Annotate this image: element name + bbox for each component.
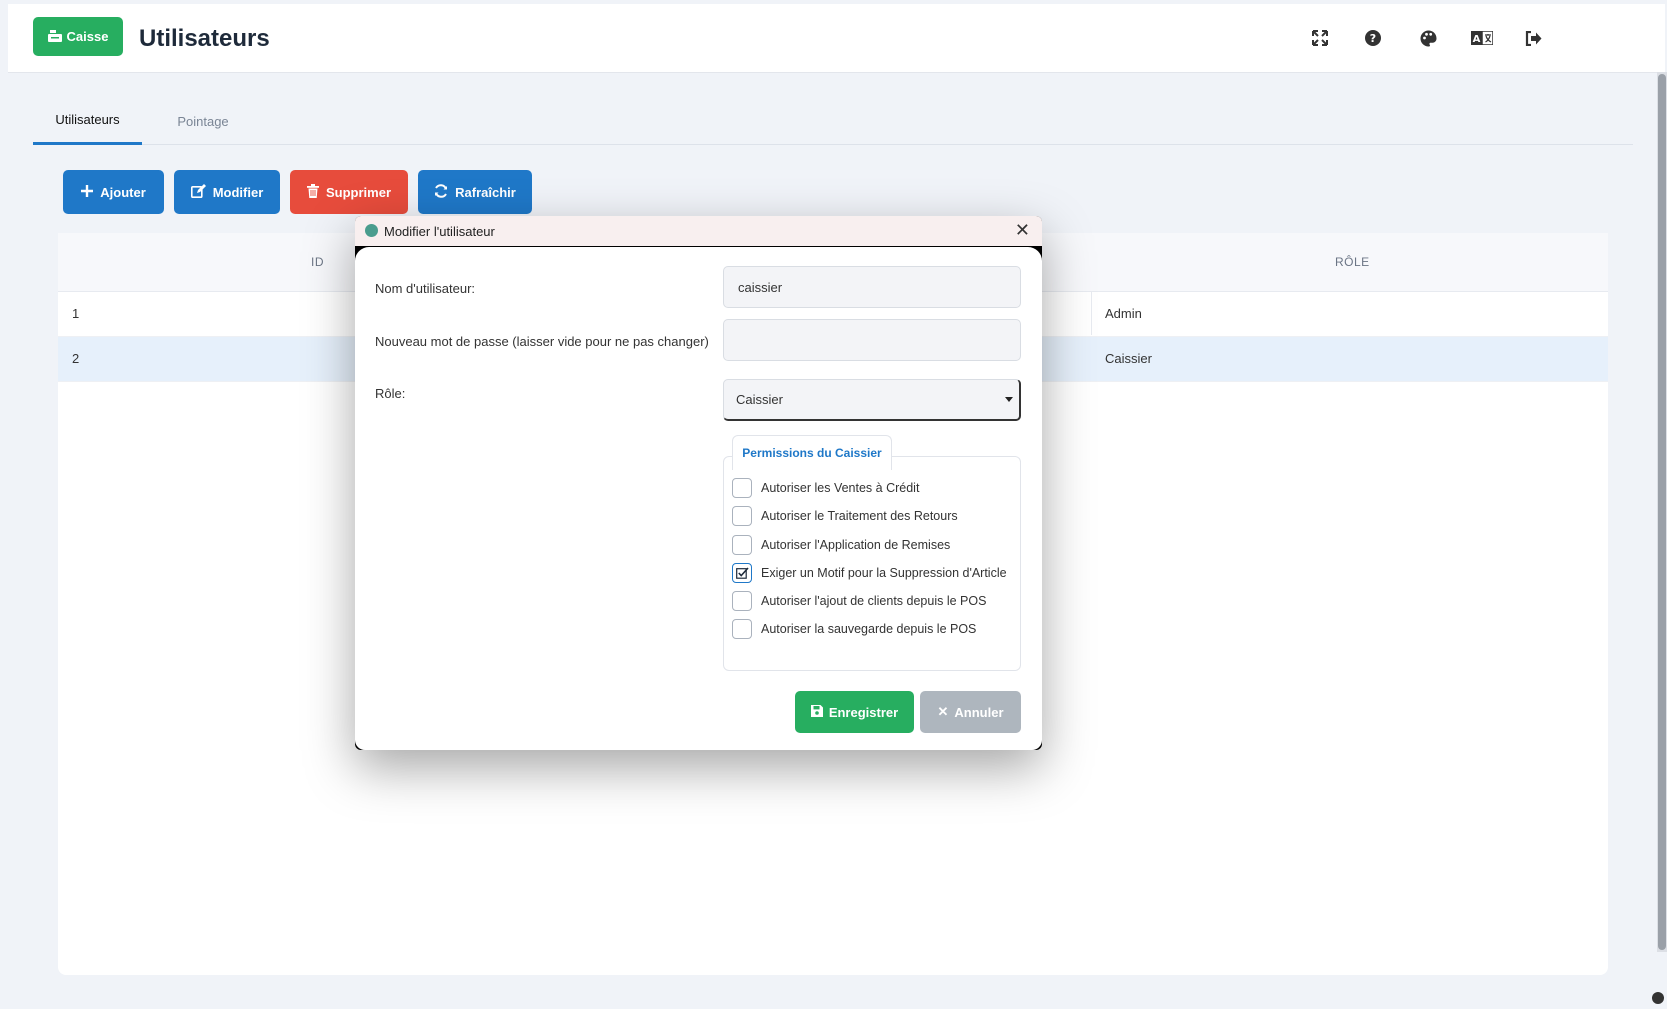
dialog-titlebar: Modifier l'utilisateur ✕	[355, 216, 1042, 246]
delete-button-label: Supprimer	[325, 184, 391, 200]
edit-user-dialog: Modifier l'utilisateur ✕ Nom d'utilisate…	[355, 216, 1042, 750]
cell-id: 1	[72, 306, 80, 321]
chevron-down-icon	[1005, 397, 1013, 402]
cancel-button-label: Annuler	[954, 704, 1004, 720]
delete-button[interactable]: Supprimer	[290, 170, 408, 214]
logout-icon[interactable]	[1523, 28, 1543, 48]
permission-label: Autoriser le Traitement des Retours	[761, 509, 958, 523]
fullscreen-icon[interactable]	[1310, 28, 1330, 48]
refresh-button[interactable]: Rafraîchir	[418, 170, 532, 214]
username-label: Nom d'utilisateur:	[375, 281, 476, 296]
status-dot	[1652, 992, 1664, 1004]
checkbox[interactable]	[732, 619, 752, 639]
checkbox[interactable]	[732, 478, 752, 498]
trash-icon	[306, 183, 319, 201]
palette-icon[interactable]	[1418, 28, 1438, 48]
checkbox-checked[interactable]	[732, 563, 752, 583]
close-icon[interactable]: ✕	[1015, 220, 1030, 241]
page-scrollbar-thumb[interactable]	[1658, 74, 1666, 950]
tab-pointage[interactable]: Pointage	[153, 98, 253, 144]
role-select-value: Caissier	[736, 392, 783, 407]
permission-label: Exiger un Motif pour la Suppression d'Ar…	[761, 566, 1007, 580]
column-header-role[interactable]: RÔLE	[1335, 255, 1370, 269]
add-button-label: Ajouter	[100, 184, 146, 200]
page-title: Utilisateurs	[139, 25, 270, 52]
svg-text:?: ?	[1370, 32, 1376, 45]
column-header-id[interactable]: ID	[311, 255, 324, 269]
cancel-button[interactable]: ✕ Annuler	[920, 691, 1021, 733]
checkbox[interactable]	[732, 591, 752, 611]
cell-id: 2	[72, 351, 80, 366]
permission-add-clients[interactable]: Autoriser l'ajout de clients depuis le P…	[732, 589, 986, 613]
permission-returns[interactable]: Autoriser le Traitement des Retours	[732, 504, 958, 528]
app-header: Caisse Utilisateurs ? A	[8, 4, 1665, 73]
edit-button-label: Modifier	[212, 184, 264, 200]
refresh-icon	[434, 183, 448, 201]
role-select[interactable]: Caissier	[723, 379, 1021, 421]
permission-deletion-reason[interactable]: Exiger un Motif pour la Suppression d'Ar…	[732, 561, 1007, 585]
checkbox[interactable]	[732, 506, 752, 526]
save-button-label: Enregistrer	[828, 704, 899, 720]
tab-bar: Utilisateurs Pointage	[33, 96, 1633, 145]
check-icon	[735, 567, 749, 579]
permission-label: Autoriser les Ventes à Crédit	[761, 481, 920, 495]
caisse-button-label: Caisse	[66, 29, 109, 44]
role-label: Rôle:	[375, 386, 406, 401]
permission-backup[interactable]: Autoriser la sauvegarde depuis le POS	[732, 617, 976, 641]
dialog-title: Modifier l'utilisateur	[384, 224, 495, 239]
save-button[interactable]: Enregistrer	[795, 691, 914, 733]
help-icon[interactable]: ?	[1363, 28, 1383, 48]
add-button[interactable]: Ajouter	[63, 170, 164, 214]
cell-role: Admin	[1105, 306, 1142, 321]
cash-register-icon	[47, 29, 62, 45]
cell-role: Caissier	[1105, 351, 1152, 366]
username-input[interactable]: caissier	[723, 266, 1021, 308]
save-icon	[810, 704, 823, 720]
app-icon	[365, 224, 378, 237]
svg-text:A: A	[1473, 34, 1481, 45]
x-icon: ✕	[937, 704, 949, 719]
permission-label: Autoriser l'Application de Remises	[761, 538, 951, 552]
checkbox[interactable]	[732, 535, 752, 555]
language-icon[interactable]: A	[1470, 28, 1494, 48]
plus-icon	[81, 184, 94, 200]
caisse-button[interactable]: Caisse	[33, 17, 123, 56]
dialog-body: Nom d'utilisateur: caissier Nouveau mot …	[355, 247, 1042, 750]
tab-utilisateurs[interactable]: Utilisateurs	[33, 96, 142, 145]
password-input[interactable]	[723, 319, 1021, 361]
refresh-button-label: Rafraîchir	[455, 184, 516, 200]
permission-label: Autoriser l'ajout de clients depuis le P…	[761, 594, 987, 608]
permission-label: Autoriser la sauvegarde depuis le POS	[761, 622, 977, 636]
permission-credit-sales[interactable]: Autoriser les Ventes à Crédit	[732, 476, 919, 500]
column-divider	[1091, 291, 1092, 335]
edit-button[interactable]: Modifier	[174, 170, 280, 214]
permission-discounts[interactable]: Autoriser l'Application de Remises	[732, 533, 950, 557]
edit-icon	[190, 183, 206, 201]
password-label: Nouveau mot de passe (laisser vide pour …	[375, 334, 709, 349]
permissions-title: Permissions du Caissier	[732, 435, 892, 470]
